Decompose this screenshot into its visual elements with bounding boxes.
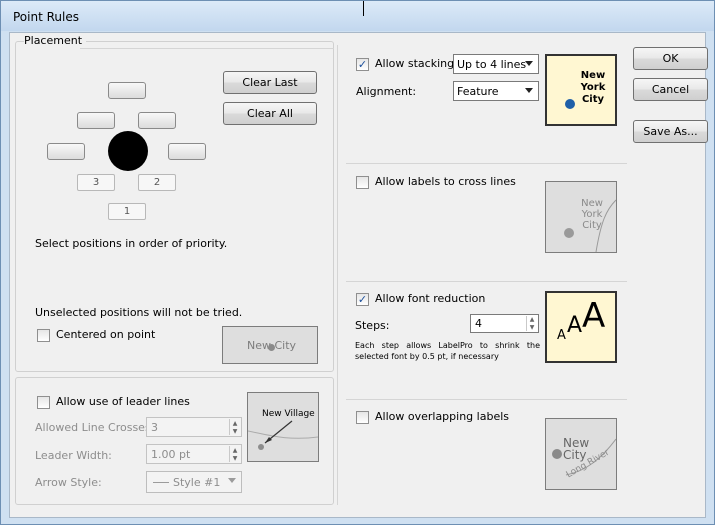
arrow-style-label: Arrow Style: [35,476,102,489]
allow-stacking-label: Allow stacking [375,57,455,70]
placement-divider [80,48,334,49]
position-top-left-button[interactable] [77,112,115,129]
title-bar: Point Rules [1,1,714,31]
font-reduction-label: Allow font reduction [375,292,486,305]
leader-width-stepper[interactable]: 1.00 pt ▲ ▼ [146,444,242,464]
column-divider [337,45,338,505]
arrow-style-dropdown[interactable]: Style #1 [146,471,242,493]
font-reduction-preview: A A A [545,291,617,363]
placement-group-label: Placement [24,34,87,47]
overlapping-labels-checkbox[interactable]: ✓ [356,411,369,424]
leader-preview: New Village [247,392,319,462]
position-right-button[interactable] [168,143,206,160]
position-top-button[interactable] [108,82,146,99]
steps-label: Steps: [355,319,390,332]
small-a-glyph: A [557,328,566,343]
font-reduction-divider [346,399,627,400]
steps-spin-icon[interactable]: ▲ ▼ [526,316,537,331]
leader-width-value: 1.00 pt [151,447,191,461]
position-1-label: 1 [123,206,131,217]
cancel-button[interactable]: Cancel [633,78,708,101]
chevron-down-icon [525,88,533,93]
medium-a-glyph: A [567,313,583,338]
position-3-label: 3 [92,177,100,188]
ok-button[interactable]: OK [633,47,708,70]
text-cursor-icon [363,1,364,16]
point-dot-icon [565,99,575,109]
dialog-client: Placement Clear Last Clear All 3 2 1 Sel… [9,32,708,518]
centered-preview: New City [222,326,318,364]
font-reduction-description: Each step allows LabelPro to shrink the … [355,341,540,361]
line-crosses-label: Allowed Line Crosses: [35,421,155,434]
cross-lines-label: Allow labels to cross lines [375,175,516,188]
steps-stepper[interactable]: 4 ▲ ▼ [470,314,539,333]
stacking-preview-text: New York City [575,70,611,106]
position-left-button[interactable] [47,143,85,160]
save-as-button[interactable]: Save As... [633,120,708,143]
arrow-style-value: Style #1 [173,475,221,489]
clear-last-button[interactable]: Clear Last [223,71,317,94]
stacking-lines-value: Up to 4 lines [457,57,527,71]
leader-lines-label: Allow use of leader lines [56,395,190,408]
point-symbol-icon [108,131,148,171]
position-top-right-button[interactable] [138,112,176,129]
unselected-note: Unselected positions will not be tried. [35,306,243,319]
cross-lines-preview: New York City [545,181,617,253]
cross-lines-divider [346,281,627,282]
stacking-lines-dropdown[interactable]: Up to 4 lines [453,54,539,74]
point-dot-icon [268,344,275,351]
clear-all-button[interactable]: Clear All [223,102,317,125]
leader-arrow-icon [248,420,318,450]
large-a-glyph: A [582,296,606,336]
overlapping-labels-label: Allow overlapping labels [375,410,509,423]
road-line-icon [595,199,616,252]
leader-lines-checkbox[interactable]: ✓ [37,396,50,409]
position-bottom-button[interactable]: 1 [108,203,146,220]
stacking-divider [346,163,627,164]
cross-lines-checkbox[interactable]: ✓ [356,176,369,189]
chevron-down-icon [525,61,533,66]
stacking-preview: New York City [545,54,617,126]
position-bottom-left-button[interactable]: 3 [77,174,115,191]
allow-stacking-checkbox[interactable]: ✓ [356,58,369,71]
leader-width-label: Leader Width: [35,449,112,462]
preview-line-2: York [580,82,606,93]
centered-label: Centered on point [56,328,156,341]
preview-line-1: New [580,70,606,81]
placement-instruction: Select positions in order of priority. [35,237,228,250]
window-title: Point Rules [13,10,79,24]
chevron-down-icon [228,478,236,483]
steps-value: 4 [475,317,482,330]
line-crosses-stepper[interactable]: 3 ▲ ▼ [146,417,242,437]
alignment-label: Alignment: [356,85,417,98]
alignment-value: Feature [457,84,499,98]
point-dot-icon [564,228,574,238]
overlap-preview: New City Long River [545,418,617,490]
position-2-label: 2 [153,177,161,188]
leader-width-spin-icon[interactable]: ▲ ▼ [229,446,240,462]
line-crosses-value: 3 [151,420,158,434]
preview-line-3: City [581,94,605,105]
line-style-icon [153,481,169,483]
point-rules-window: Point Rules Placement Clear Last Clear A… [0,0,715,525]
alignment-dropdown[interactable]: Feature [453,81,539,101]
position-bottom-right-button[interactable]: 2 [138,174,176,191]
line-crosses-spin-icon[interactable]: ▲ ▼ [229,419,240,435]
centered-checkbox[interactable]: ✓ [37,329,50,342]
font-reduction-checkbox[interactable]: ✓ [356,293,369,306]
